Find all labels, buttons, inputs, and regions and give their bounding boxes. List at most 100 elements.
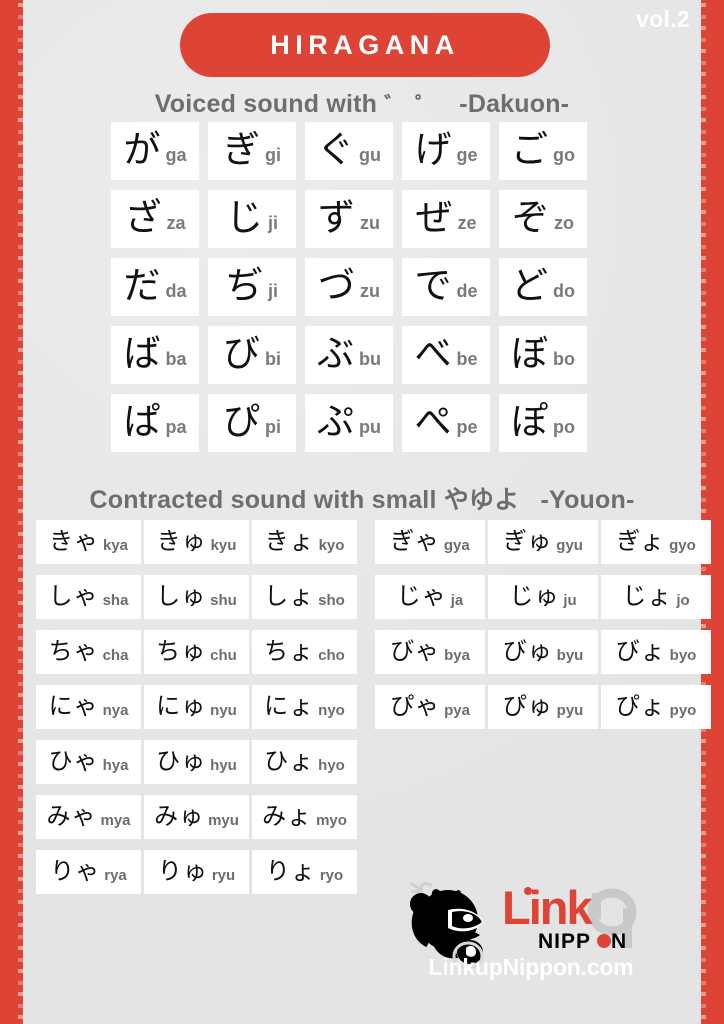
- romaji-label: hya: [102, 756, 129, 774]
- youon-cell[interactable]: ぎゅ gyu: [488, 520, 598, 564]
- romaji-label: bya: [444, 646, 470, 664]
- kana-glyph: ぴ: [223, 399, 260, 443]
- kana-glyph: ぴゃ: [390, 692, 441, 720]
- dakuon-cell[interactable]: ぷ pu: [305, 394, 393, 452]
- youon-cell[interactable]: きゅ kyu: [144, 520, 249, 564]
- dakuon-cell[interactable]: が ga: [111, 122, 199, 180]
- dakuon-cell[interactable]: ど do: [499, 258, 587, 316]
- romaji-label: ze: [457, 213, 477, 233]
- youon-cell[interactable]: ぎょ gyo: [601, 520, 711, 564]
- youon-cell[interactable]: しゃ sha: [36, 575, 141, 619]
- dakuon-cell[interactable]: で de: [402, 258, 490, 316]
- dakuon-cell[interactable]: げ ge: [402, 122, 490, 180]
- romaji-label: ge: [456, 145, 478, 165]
- dakuon-cell[interactable]: ぼ bo: [499, 326, 587, 384]
- dakuon-cell[interactable]: ご go: [499, 122, 587, 180]
- youon-cell[interactable]: きゃ kya: [36, 520, 141, 564]
- youon-cell[interactable]: みょ myo: [252, 795, 357, 839]
- youon-cell[interactable]: びゅ byu: [488, 630, 598, 674]
- kana-glyph: ぼ: [511, 331, 548, 375]
- youon-cell[interactable]: にゅ nyu: [144, 685, 249, 729]
- romaji-label: zu: [360, 213, 380, 233]
- youon-cell[interactable]: みゃ mya: [36, 795, 141, 839]
- youon-cell[interactable]: ひゅ hyu: [144, 740, 249, 784]
- youon-cell[interactable]: しゅ shu: [144, 575, 249, 619]
- romaji-label: shu: [210, 591, 237, 609]
- kana-glyph: じゃ: [396, 582, 447, 610]
- dakuten-handakuten-marks: ゛ ゜: [384, 94, 439, 117]
- dakuon-cell[interactable]: ぱ pa: [111, 394, 199, 452]
- dakuon-cell[interactable]: ぜ ze: [402, 190, 490, 248]
- brand-logo[interactable]: Link NIPP N LinkupNippon.com: [396, 872, 666, 984]
- dakuon-cell[interactable]: ず zu: [305, 190, 393, 248]
- linkup-nippon-wordmark: Link NIPP N: [502, 881, 637, 952]
- youon-cell[interactable]: りゅ ryu: [144, 850, 249, 894]
- kana-glyph: で: [414, 263, 452, 307]
- romaji-label: zo: [554, 213, 574, 233]
- kana-glyph: りゃ: [50, 857, 101, 885]
- youon-cell[interactable]: りゃ rya: [36, 850, 141, 894]
- youon-cell[interactable]: びゃ bya: [375, 630, 485, 674]
- kana-glyph: びゅ: [502, 637, 553, 665]
- youon-cell[interactable]: みゅ myu: [144, 795, 249, 839]
- kana-glyph: び: [223, 331, 260, 375]
- kana-glyph: にゅ: [156, 692, 207, 720]
- youon-cell[interactable]: ちゃ cha: [36, 630, 141, 674]
- youon-cell[interactable]: じゅ ju: [488, 575, 598, 619]
- romaji-label: pi: [265, 417, 281, 437]
- youon-cell[interactable]: びょ byo: [601, 630, 711, 674]
- dakuon-cell[interactable]: づ zu: [305, 258, 393, 316]
- dakuon-cell[interactable]: ぐ gu: [305, 122, 393, 180]
- youon-cell[interactable]: じゃ ja: [375, 575, 485, 619]
- romaji-label: chu: [210, 646, 237, 664]
- website-url[interactable]: LinkupNippon.com: [396, 954, 666, 981]
- svg-text:NIPP: NIPP: [538, 930, 591, 952]
- dakuon-cell[interactable]: ぺ pe: [402, 394, 490, 452]
- kana-glyph: ちゅ: [156, 637, 207, 665]
- romaji-label: bi: [265, 349, 281, 369]
- romaji-label: bu: [359, 349, 381, 369]
- kana-glyph: じ: [225, 195, 263, 239]
- dakuon-cell[interactable]: じ ji: [208, 190, 296, 248]
- dakuon-cell[interactable]: ぴ pi: [208, 394, 296, 452]
- youon-cell[interactable]: じょ jo: [601, 575, 711, 619]
- youon-cell[interactable]: にゃ nya: [36, 685, 141, 729]
- dakuon-cell[interactable]: ぞ zo: [499, 190, 587, 248]
- youon-heading-prefix: Contracted sound with small: [89, 486, 437, 514]
- dakuon-cell[interactable]: ぎ gi: [208, 122, 296, 180]
- youon-cell[interactable]: ひょ hyo: [252, 740, 357, 784]
- dakuon-cell[interactable]: ぶ bu: [305, 326, 393, 384]
- kana-glyph: づ: [318, 263, 355, 307]
- youon-cell[interactable]: しょ sho: [252, 575, 357, 619]
- dakuon-cell[interactable]: ぽ po: [499, 394, 587, 452]
- youon-cell[interactable]: きょ kyo: [252, 520, 357, 564]
- dakuon-cell[interactable]: び bi: [208, 326, 296, 384]
- dakuon-cell[interactable]: ざ za: [111, 190, 199, 248]
- kana-glyph: ぽ: [511, 399, 548, 443]
- kana-glyph: ぎょ: [616, 527, 666, 555]
- romaji-label: ryu: [211, 866, 236, 884]
- youon-cell[interactable]: ぴゃ pya: [375, 685, 485, 729]
- youon-cell[interactable]: ぴょ pyo: [601, 685, 711, 729]
- youon-cell[interactable]: ぎゃ gya: [375, 520, 485, 564]
- romaji-label: gya: [443, 536, 470, 554]
- youon-cell[interactable]: りょ ryo: [252, 850, 357, 894]
- kana-glyph: しゅ: [156, 582, 207, 610]
- dakuon-cell[interactable]: べ be: [402, 326, 490, 384]
- youon-cell[interactable]: ちゅ chu: [144, 630, 249, 674]
- kana-glyph: みゃ: [46, 802, 97, 830]
- kana-glyph: ぎゃ: [390, 527, 440, 555]
- volume-label: vol.2: [636, 6, 690, 32]
- youon-cell[interactable]: ぴゅ pyu: [488, 685, 598, 729]
- romaji-label: bo: [553, 349, 575, 369]
- dakuon-cell[interactable]: ぢ ji: [208, 258, 296, 316]
- dakuon-cell[interactable]: だ da: [111, 258, 199, 316]
- youon-cell[interactable]: ちょ cho: [252, 630, 357, 674]
- kana-glyph: しゃ: [48, 582, 99, 610]
- kana-glyph: ざ: [124, 195, 162, 239]
- dakuon-cell[interactable]: ば ba: [111, 326, 199, 384]
- youon-cell[interactable]: にょ nyo: [252, 685, 357, 729]
- youon-cell[interactable]: ひゃ hya: [36, 740, 141, 784]
- kana-glyph: ぷ: [317, 399, 354, 443]
- romaji-label: go: [553, 145, 575, 165]
